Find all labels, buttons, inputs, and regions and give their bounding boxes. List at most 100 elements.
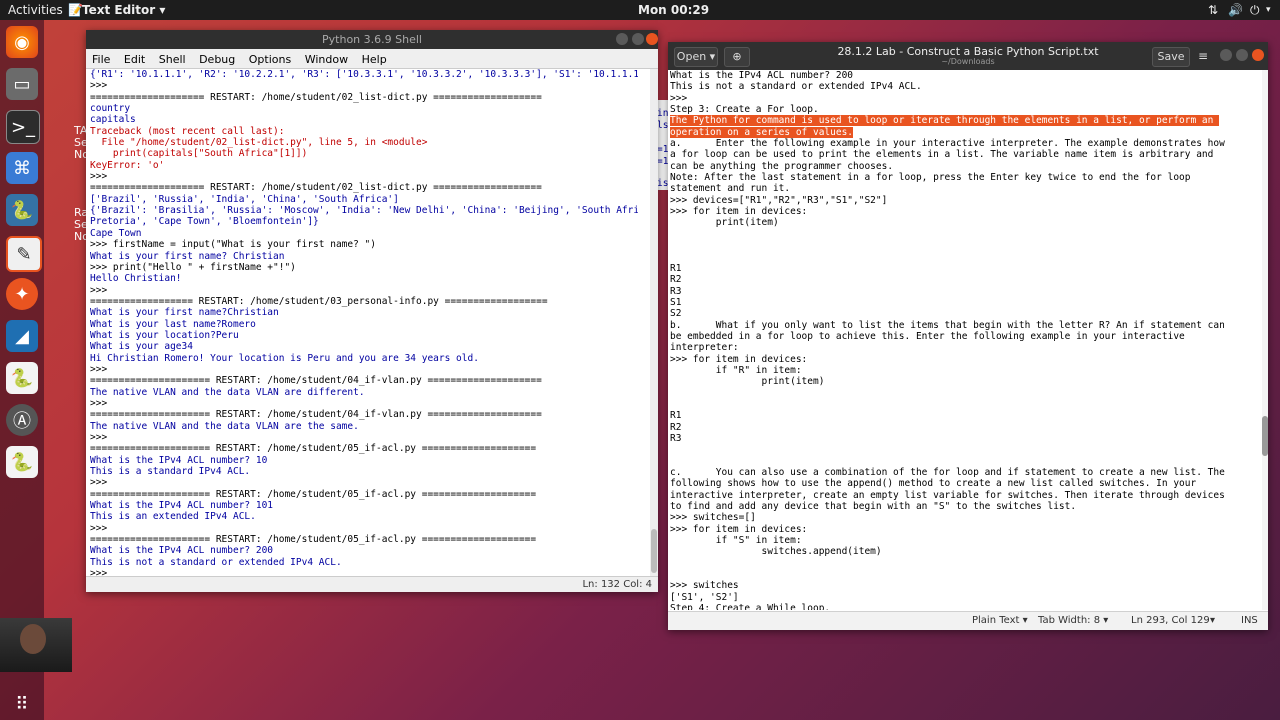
shell-line: ===================== RESTART: /home/stu… (90, 534, 537, 546)
editor-line: R3 (670, 285, 682, 297)
editor-line: c. You can also use a combination of the… (670, 467, 1225, 479)
editor-line: statement and run it. (670, 183, 791, 195)
shell-statusbar: Ln: 132 Col: 4 (86, 576, 658, 592)
language-selector[interactable]: Plain Text ▾ (972, 615, 1028, 626)
menu-file[interactable]: File (92, 53, 110, 66)
shell-line: ==================== RESTART: /home/stud… (90, 182, 542, 194)
editor-line: Step 3: Create a For loop. (670, 104, 819, 116)
shell-titlebar[interactable]: Python 3.6.9 Shell (86, 30, 658, 49)
shell-menubar: File Edit Shell Debug Options Window Hel… (86, 49, 658, 69)
activities-button[interactable]: Activities (8, 3, 63, 17)
shell-line: What is the IPv4 ACL number? 101 (90, 500, 274, 512)
shell-line: >>> (90, 432, 108, 443)
show-apps-icon[interactable]: ⠿ (6, 688, 38, 720)
tab-width-selector[interactable]: Tab Width: 8 ▾ (1038, 615, 1108, 626)
menu-shell[interactable]: Shell (159, 53, 186, 66)
shell-line: >>> print("Hello " + firstName +"!") (90, 261, 296, 273)
editor-line: R2 (670, 421, 682, 433)
shell-line: ==================== RESTART: /home/stud… (90, 91, 542, 103)
cursor-position: Ln 293, Col 129 (1131, 615, 1210, 626)
shell-cursor-position: Ln: 132 Col: 4 (582, 579, 652, 590)
minimize-button[interactable] (616, 33, 628, 45)
network-icon[interactable]: ⇅ (1208, 3, 1218, 17)
shell-line: >>> firstName = input("What is your firs… (90, 239, 376, 251)
text-editor-icon[interactable]: ✎ (6, 236, 42, 272)
new-document-icon[interactable]: ⊕ (724, 47, 750, 67)
wireshark-icon[interactable]: ◢ (6, 320, 38, 352)
menu-debug[interactable]: Debug (199, 53, 235, 66)
shell-line: File "/home/student/02_list-dict.py", li… (90, 137, 428, 149)
background-text: =1 (657, 156, 669, 167)
editor-line: to find and add any device that begin wi… (670, 501, 1077, 513)
background-text: is (657, 178, 669, 189)
python-icon[interactable]: 🐍 (6, 194, 38, 226)
editor-line: ['S1', 'S2'] (670, 591, 739, 603)
editor-headerbar[interactable]: Open ▾ ⊕ 28.1.2 Lab - Construct a Basic … (668, 42, 1268, 70)
menu-edit[interactable]: Edit (124, 53, 145, 66)
editor-line: S1 (670, 296, 682, 308)
editor-line: a for loop can be used to print the elem… (670, 149, 1214, 161)
python-file-2-icon[interactable]: 🐍 (6, 446, 38, 478)
network-tool-icon[interactable]: ⌘ (6, 152, 38, 184)
shell-scroll-thumb[interactable] (651, 529, 657, 573)
close-button[interactable] (1252, 49, 1264, 61)
system-menu-icon[interactable]: ▾ (1266, 5, 1271, 15)
shell-line: {'Brazil': 'Brasilia', 'Russia': 'Moscow… (90, 205, 638, 217)
editor-line: if "R" in item: (670, 364, 802, 376)
files-icon[interactable]: ▭ (6, 68, 38, 100)
hamburger-menu-icon[interactable]: ≡ (1194, 47, 1212, 65)
shell-line: What is your age34 (90, 341, 193, 353)
menu-options[interactable]: Options (249, 53, 291, 66)
app-menu[interactable]: Text Editor ▾ (82, 3, 165, 17)
editor-line: >>> for item in devices: (670, 206, 808, 218)
shell-scrollbar[interactable] (650, 69, 658, 577)
editor-line: >>> switches=[] (670, 512, 756, 524)
menu-window[interactable]: Window (305, 53, 348, 66)
menu-help[interactable]: Help (362, 53, 387, 66)
editor-line: >>> (670, 92, 688, 104)
editor-text-area[interactable]: What is the IPv4 ACL number? 200 This is … (670, 70, 1258, 610)
maximize-button[interactable] (632, 33, 644, 45)
save-button[interactable]: Save (1152, 47, 1190, 67)
shell-line: capitals (90, 114, 136, 126)
open-button[interactable]: Open ▾ (674, 47, 718, 67)
power-icon[interactable]: ⏻ (1250, 3, 1260, 18)
shell-line: >>> (90, 397, 108, 409)
editor-line: >>> devices=["R1","R2","R3","S1","S2"] (670, 194, 888, 206)
close-button[interactable] (646, 33, 658, 45)
shell-line: Hi Christian Romero! Your location is Pe… (90, 352, 479, 364)
shell-line: The native VLAN and the data VLAN are di… (90, 386, 365, 398)
line-position-dropdown-icon[interactable]: ▾ (1210, 615, 1215, 626)
shell-line: >>> (90, 363, 108, 375)
dock: ◉ ▭ >_ ⌘ 🐍 ✎ ✦ ◢ 🐍 Ⓐ 🐍 ⠿ (0, 20, 44, 720)
python-file-icon[interactable]: 🐍 (6, 362, 38, 394)
firefox-icon[interactable]: ◉ (6, 26, 38, 58)
software-icon[interactable]: Ⓐ (6, 404, 38, 436)
editor-line: switches.append(item) (670, 546, 882, 558)
editor-line: >>> switches (670, 580, 739, 592)
shell-line: Pretoria', 'Cape Town', 'Bloemfontein']} (90, 216, 319, 228)
editor-line: interpreter: (670, 342, 739, 354)
editor-scroll-thumb[interactable] (1262, 416, 1268, 456)
text-editor-window: Open ▾ ⊕ 28.1.2 Lab - Construct a Basic … (668, 42, 1268, 630)
person-face (20, 624, 46, 654)
minimize-button[interactable] (1220, 49, 1232, 61)
compass-icon[interactable]: ✦ (6, 278, 38, 310)
editor-line: can be anything the programmer chooses. (670, 160, 894, 172)
background-text: in (657, 108, 669, 119)
app-menu-icon[interactable]: 📝 (68, 3, 83, 17)
terminal-icon[interactable]: >_ (6, 110, 40, 144)
editor-line: print(item) (670, 376, 825, 388)
editor-scrollbar[interactable] (1262, 70, 1268, 610)
shell-line: >>> (90, 80, 108, 92)
editor-subtitle: ~/Downloads (941, 57, 995, 66)
shell-output[interactable]: {'R1': '10.1.1.1', 'R2': '10.2.2.1', 'R3… (90, 69, 638, 577)
clock[interactable]: Mon 00:29 (638, 3, 709, 17)
maximize-button[interactable] (1236, 49, 1248, 61)
volume-icon[interactable]: 🔊 (1228, 3, 1243, 17)
background-text: ls (657, 120, 669, 131)
